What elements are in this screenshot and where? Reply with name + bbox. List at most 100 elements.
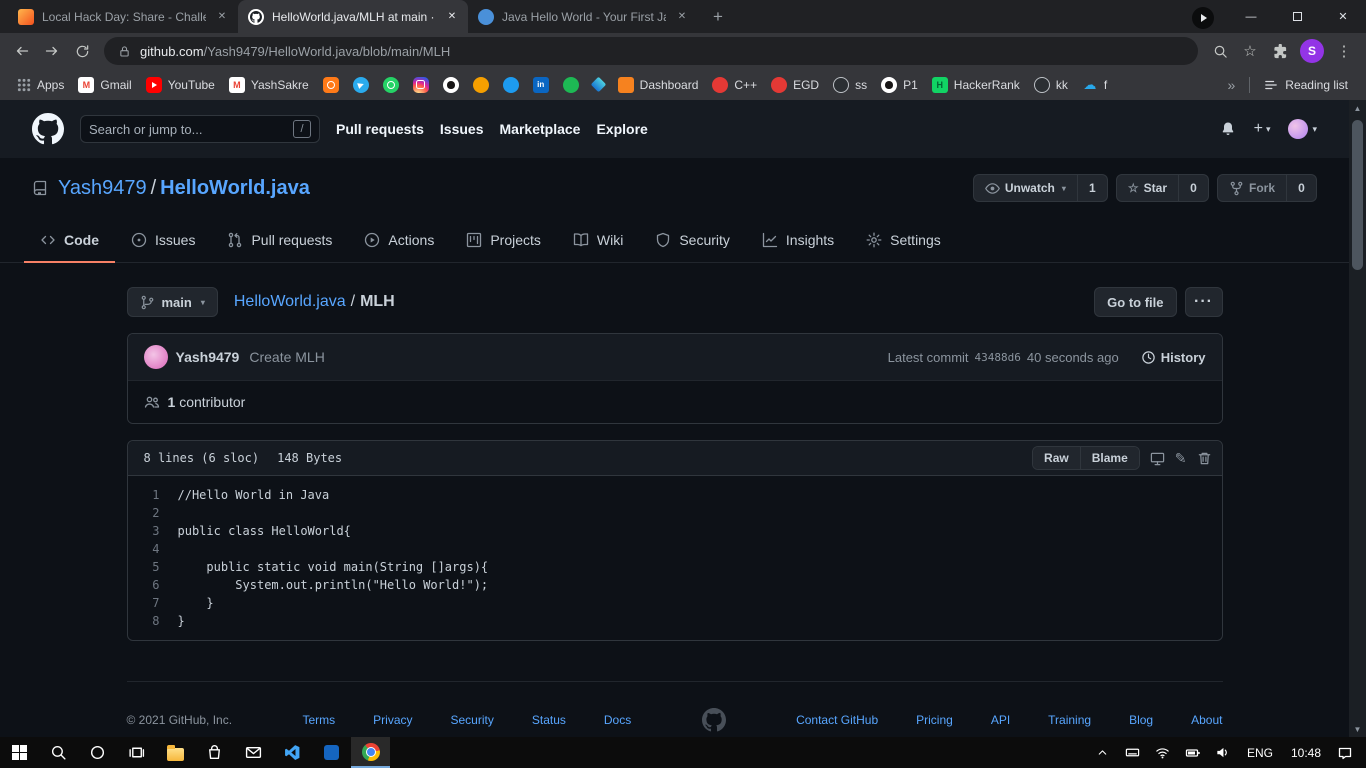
footer-link[interactable]: Security [451,713,494,727]
contributors-text[interactable]: 1 contributor [168,394,246,410]
vscode-button[interactable] [273,737,312,768]
browser-menu-icon[interactable]: ⋮ [1330,37,1358,65]
line-number[interactable]: 5 [128,558,178,576]
footer-link[interactable]: About [1191,713,1222,727]
browser-tab-2-active[interactable]: HelloWorld.java/MLH at main · Ya ✕ [238,0,468,33]
bookmark-item[interactable] [376,74,406,96]
line-number[interactable]: 1 [128,486,178,504]
bookmark-item[interactable] [316,74,346,96]
bookmark-star-icon[interactable]: ☆ [1236,37,1264,65]
github-nav-link[interactable]: Marketplace [500,121,581,137]
footer-link[interactable]: Status [532,713,566,727]
bookmark-item[interactable] [496,74,526,96]
footer-link[interactable]: Terms [302,713,335,727]
scrollbar-thumb[interactable] [1352,120,1363,270]
open-desktop-button[interactable] [1150,451,1165,466]
line-number[interactable]: 4 [128,540,178,558]
vertical-scrollbar[interactable]: ▲ ▼ [1349,100,1366,737]
repo-tab-security[interactable]: Security [639,218,746,263]
footer-link[interactable]: Docs [604,713,631,727]
create-new-button[interactable]: + ▾ [1254,120,1271,138]
commit-message-link[interactable]: Create MLH [249,349,324,365]
bookmark-item[interactable]: ss [826,74,874,96]
mail-button[interactable] [234,737,273,768]
bookmark-item[interactable] [556,74,586,96]
line-number[interactable]: 2 [128,504,178,522]
file-explorer-button[interactable] [156,737,195,768]
tab-close-icon[interactable]: ✕ [674,9,690,25]
footer-link[interactable]: Blog [1129,713,1153,727]
tab-close-icon[interactable]: ✕ [214,9,230,25]
address-bar[interactable]: github.com/Yash9479/HelloWorld.java/blob… [104,37,1198,65]
chrome-button-active[interactable] [351,737,390,768]
language-indicator[interactable]: ENG [1240,746,1280,760]
footer-link[interactable]: Pricing [916,713,953,727]
scroll-up-arrow[interactable]: ▲ [1354,100,1362,116]
back-button[interactable] [8,37,36,65]
more-options-button[interactable]: ··· [1184,287,1223,317]
delete-file-button[interactable] [1197,451,1212,466]
extensions-icon[interactable] [1266,37,1294,65]
footer-link[interactable]: Training [1048,713,1091,727]
bookmark-item[interactable] [586,76,611,93]
unwatch-button[interactable]: Unwatch ▾ [972,174,1078,202]
footer-github-logo[interactable] [702,708,726,732]
network-button[interactable] [1150,737,1176,768]
clock[interactable]: 10:48 [1284,746,1328,760]
bookmark-item[interactable]: P1 [874,74,925,96]
fork-count[interactable]: 0 [1287,174,1317,202]
store-button[interactable] [195,737,234,768]
repo-tab-code[interactable]: Code [24,218,115,263]
line-number[interactable]: 3 [128,522,178,540]
branch-selector-button[interactable]: main ▾ [126,287,218,317]
bookmark-item[interactable]: C++ [705,74,764,96]
star-button[interactable]: ☆ Star [1115,174,1179,202]
battery-button[interactable] [1180,737,1206,768]
repo-tab-issues[interactable]: Issues [115,218,211,263]
github-nav-link[interactable]: Issues [440,121,484,137]
github-search-input[interactable] [89,121,287,137]
refresh-button[interactable] [68,37,96,65]
bookmarks-overflow-icon[interactable]: » [1220,77,1244,93]
bookmark-item[interactable]: f [1075,74,1114,96]
forward-button[interactable] [38,37,66,65]
browser-profile-avatar[interactable]: S [1300,39,1324,63]
bookmark-item[interactable]: YouTube [139,74,222,96]
repo-tab-pull-requests[interactable]: Pull requests [211,218,348,263]
footer-link[interactable]: API [991,713,1010,727]
close-window-button[interactable]: ✕ [1320,0,1366,33]
blame-button[interactable]: Blame [1079,447,1139,469]
bookmark-item[interactable] [466,74,496,96]
repo-owner-link[interactable]: Yash9479 [58,177,147,199]
media-controls-button[interactable] [1192,7,1214,29]
line-number[interactable]: 7 [128,594,178,612]
touch-keyboard-button[interactable] [1120,737,1146,768]
repo-tab-actions[interactable]: Actions [348,218,450,263]
bookmark-item[interactable]: EGD [764,74,826,96]
bookmark-item[interactable]: Gmail [71,74,138,96]
fork-button[interactable]: Fork [1216,174,1287,202]
maximize-button[interactable] [1274,0,1320,33]
edit-file-button[interactable]: ✎ [1175,450,1187,467]
footer-link[interactable]: Privacy [373,713,412,727]
bookmark-item[interactable] [526,74,556,96]
go-to-file-button[interactable]: Go to file [1094,287,1177,317]
volume-button[interactable] [1210,737,1236,768]
commit-author-avatar[interactable] [143,345,168,369]
tab-close-icon[interactable]: ✕ [444,9,460,25]
commit-sha-link[interactable]: 43488d6 [975,351,1021,364]
task-view-button[interactable] [117,737,156,768]
breadcrumb-repo-link[interactable]: HelloWorld.java [234,293,346,310]
github-nav-link[interactable]: Pull requests [336,121,424,137]
bookmark-item[interactable]: HackerRank [925,74,1027,96]
new-tab-button[interactable]: + [704,3,732,31]
bookmark-item[interactable] [436,74,466,96]
github-nav-link[interactable]: Explore [596,121,647,137]
search-icon[interactable] [1206,37,1234,65]
tray-expand-button[interactable] [1090,737,1116,768]
raw-button[interactable]: Raw [1033,447,1080,469]
taskbar-search-button[interactable] [39,737,78,768]
github-logo[interactable] [32,113,64,145]
scroll-down-arrow[interactable]: ▼ [1354,721,1362,737]
photos-button[interactable] [312,737,351,768]
